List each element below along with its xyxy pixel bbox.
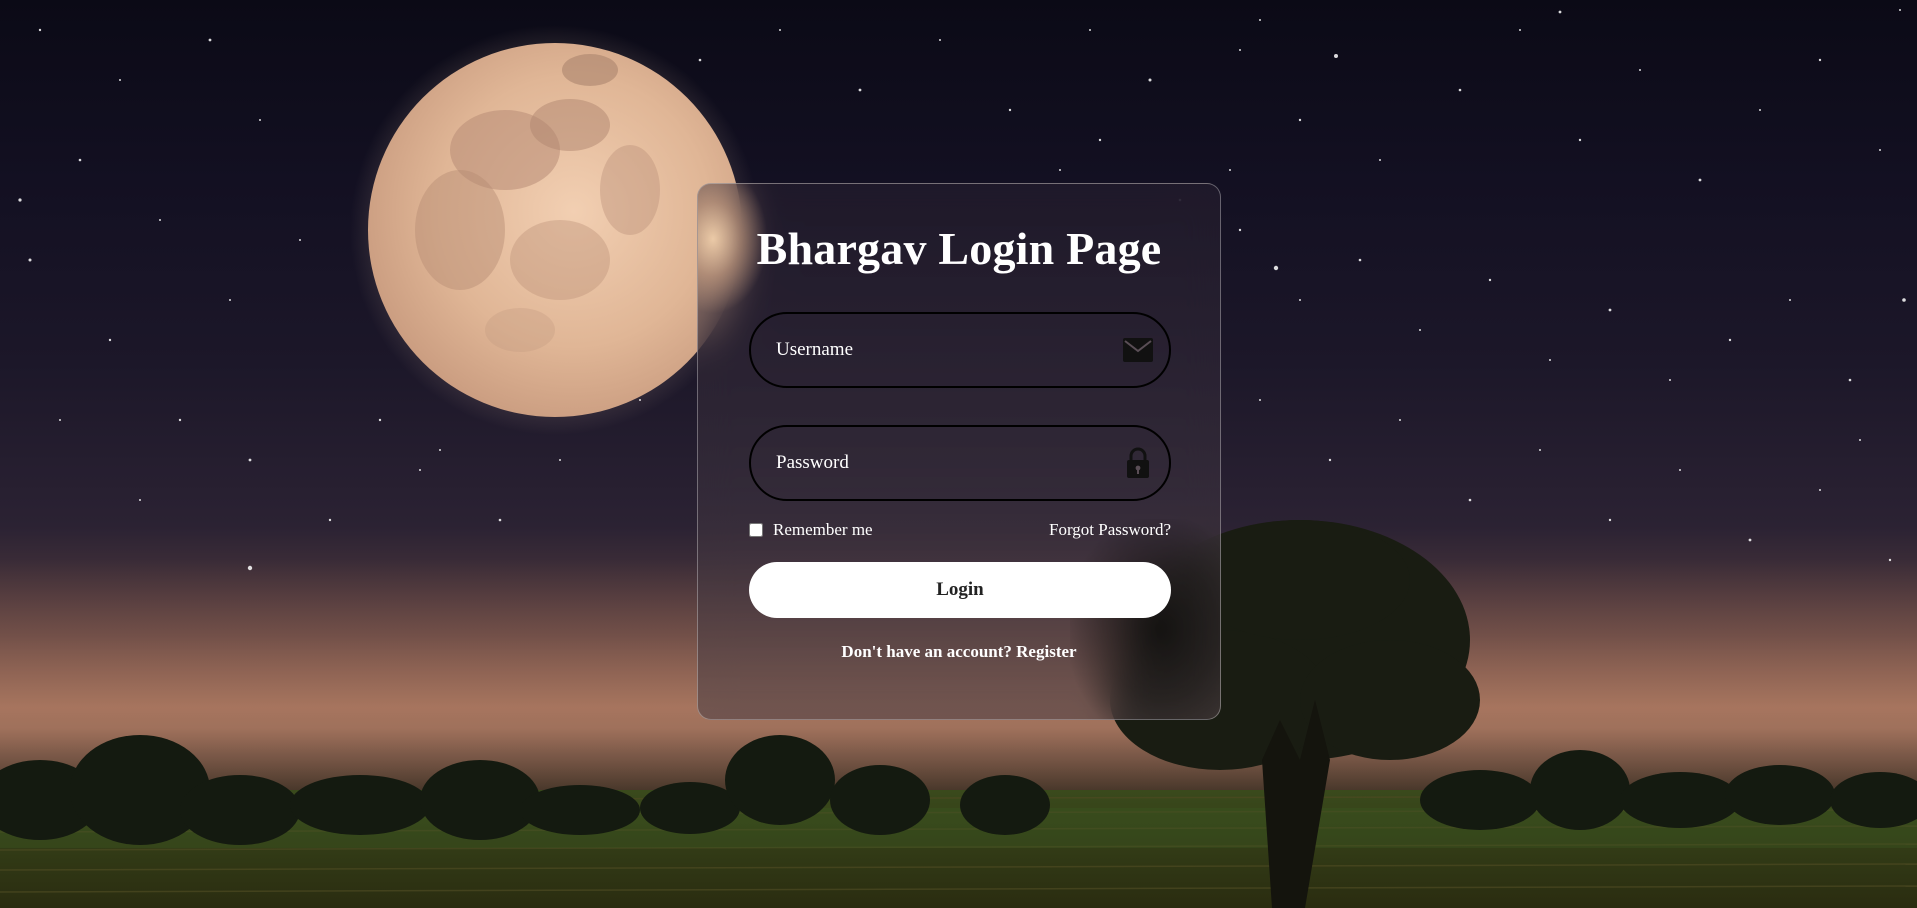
remember-me[interactable]: Remember me — [749, 520, 873, 540]
page-title: Bhargav Login Page — [756, 223, 1162, 274]
username-input[interactable] — [751, 314, 1169, 386]
remember-label: Remember me — [773, 520, 873, 539]
password-field — [749, 425, 1171, 501]
tree-shadow — [1070, 519, 1220, 719]
mail-icon — [1121, 333, 1155, 367]
register-prompt: Don't have an account? — [841, 642, 1012, 661]
form-options-row: Remember me Forgot Password? — [749, 520, 1171, 544]
login-card: Bhargav Login Page Remember me Forgot Pa… — [697, 183, 1221, 720]
remember-checkbox[interactable] — [749, 523, 763, 537]
username-field — [749, 312, 1171, 388]
forgot-password-link[interactable]: Forgot Password? — [1049, 520, 1171, 540]
register-row: Don't have an account? Register — [698, 642, 1220, 662]
lock-icon — [1121, 446, 1155, 480]
register-link[interactable]: Register — [1016, 642, 1076, 661]
password-input[interactable] — [751, 427, 1169, 499]
login-button[interactable]: Login — [749, 562, 1171, 618]
